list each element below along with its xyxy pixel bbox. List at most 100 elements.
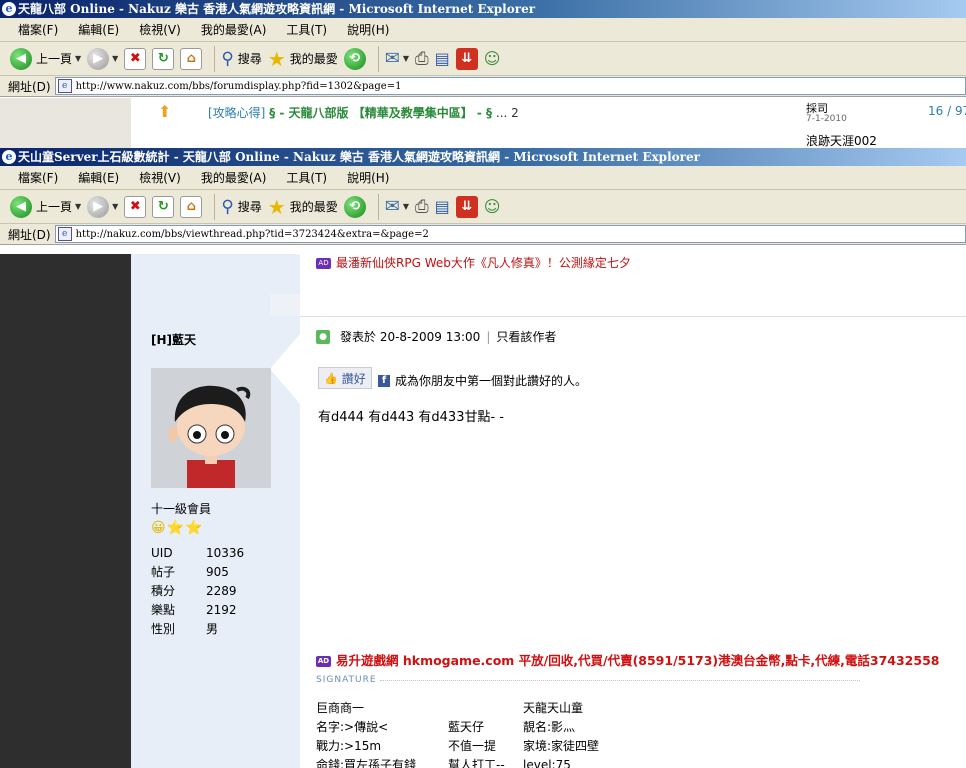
back-arrow-icon: ◀ [10, 47, 32, 70]
forum-list-fragment: ⬆ [攻略心得] § - 天龍八部版 【精華及教學集中區】 - § ... 2 … [0, 98, 966, 148]
stat-row: 性別男 [151, 622, 219, 636]
page-icon: e [57, 227, 72, 241]
chevron-down-icon[interactable]: ▼ [112, 202, 118, 211]
mail-icon: ✉ [384, 196, 400, 217]
addon-button[interactable]: ⇊ [455, 47, 478, 70]
chevron-down-icon[interactable]: ▼ [75, 202, 81, 211]
printer-icon: ⎙ [415, 48, 429, 69]
thread-pages[interactable]: ... 2 [496, 106, 519, 120]
menu-view[interactable]: 檢視(V) [139, 21, 181, 38]
thread-tag[interactable]: [攻略心得] [208, 106, 265, 120]
menu-help[interactable]: 說明(H) [347, 21, 389, 38]
window-title-bar[interactable]: e 天山童Server上石級數統計 - 天龍八部 Online - Nakuz … [0, 148, 966, 166]
address-input[interactable]: e http://nakuz.com/bbs/viewthread.php?tid… [54, 225, 966, 243]
history-button[interactable]: ⟲ [343, 47, 366, 70]
avatar[interactable] [151, 368, 271, 488]
home-icon: ⌂ [180, 195, 203, 218]
thread-page: AD 最潘新仙俠RPG Web大作《凡人修真》！公測緣定七夕 [H]藍天 十一級會… [0, 254, 966, 768]
search-icon: ⚲ [221, 196, 234, 217]
chevron-down-icon[interactable]: ▼ [112, 54, 118, 63]
menu-tools[interactable]: 工具(T) [286, 21, 327, 38]
back-button[interactable]: ◀ 上一頁 ▼ [10, 195, 81, 218]
mail-button[interactable]: ✉ ▼ [385, 48, 409, 69]
forward-arrow-icon: ▶ [87, 47, 110, 70]
back-arrow-icon: ◀ [10, 195, 32, 218]
mail-button[interactable]: ✉ ▼ [385, 196, 409, 217]
rank-stars-icon: 😀⭐⭐ [151, 520, 204, 536]
messenger-button[interactable]: ☺ [484, 197, 501, 216]
window-title: 天山童Server上石級數統計 - 天龍八部 Online - Nakuz 樂古… [18, 150, 700, 164]
stop-button[interactable]: ✖ [124, 47, 147, 70]
menu-edit[interactable]: 編輯(E) [78, 21, 119, 38]
print-button[interactable]: ⎙ [415, 49, 429, 69]
print-button[interactable]: ⎙ [415, 197, 429, 217]
stat-row: 帖子 905 [151, 565, 229, 579]
post-message: 有d444 有d443 有d433甘點- - [318, 410, 504, 425]
post-separator-white [300, 294, 966, 316]
menu-tools[interactable]: 工具(T) [286, 169, 327, 186]
favorites-button[interactable]: ★ 我的最愛 [268, 195, 338, 219]
header-divider: | [486, 329, 491, 344]
address-input[interactable]: e http://www.nakuz.com/bbs/forumdisplay.p… [54, 77, 966, 95]
window-title-bar[interactable]: e 天龍八部 Online - Nakuz 樂古 香港人氣網遊攻略資訊網 - M… [0, 0, 966, 18]
post-header: ● 發表於 20-8-2009 13:00 | 只看該作者 [316, 328, 556, 345]
messenger-icon: ☺ [483, 197, 501, 216]
stop-button[interactable]: ✖ [124, 195, 147, 218]
menu-view[interactable]: 檢視(V) [139, 169, 181, 186]
favorites-button[interactable]: ★ 我的最愛 [268, 47, 338, 71]
signature-label: SIGNATURE [316, 675, 377, 685]
window-title: 天龍八部 Online - Nakuz 樂古 香港人氣網遊攻略資訊網 - Mic… [18, 2, 536, 16]
edit-button[interactable]: ▤ [435, 197, 450, 216]
forward-button[interactable]: ▶ ▼ [87, 195, 118, 218]
like-button[interactable]: 👍 讚好 [318, 367, 372, 389]
address-bar: 網址(D) e http://nakuz.com/bbs/viewthread.p… [0, 224, 966, 245]
printer-icon: ⎙ [415, 196, 429, 217]
messenger-icon: ☺ [483, 49, 501, 68]
refresh-icon: ↻ [152, 47, 175, 70]
edit-icon: ▤ [434, 197, 450, 216]
edit-icon: ▤ [434, 49, 450, 68]
edit-button[interactable]: ▤ [435, 49, 450, 68]
menu-favorites[interactable]: 我的最愛(A) [201, 21, 267, 38]
messenger-button[interactable]: ☺ [484, 49, 501, 68]
post-author-name[interactable]: [H]藍天 [151, 331, 196, 348]
home-button[interactable]: ⌂ [180, 195, 203, 218]
back-button[interactable]: ◀ 上一頁 ▼ [10, 47, 81, 70]
history-icon: ⟲ [343, 47, 366, 70]
forward-button[interactable]: ▶ ▼ [87, 47, 118, 70]
bottom-ad-link[interactable]: AD 易升遊戲網 hkmogame.com 平放/回收,代買/代賣(8591/51… [316, 650, 939, 669]
toolbar-divider [377, 193, 379, 220]
facebook-icon: f [378, 374, 390, 387]
chevron-down-icon[interactable]: ▼ [403, 202, 409, 211]
menu-bar: 檔案(F) 編輯(E) 檢視(V) 我的最愛(A) 工具(T) 說明(H) [0, 166, 966, 190]
menu-file[interactable]: 檔案(F) [18, 21, 58, 38]
ad-icon: AD [316, 656, 331, 667]
refresh-button[interactable]: ↻ [152, 47, 175, 70]
menu-edit[interactable]: 編輯(E) [78, 169, 119, 186]
forward-arrow-icon: ▶ [87, 195, 110, 218]
menu-favorites[interactable]: 我的最愛(A) [201, 169, 267, 186]
thread-row[interactable]: [攻略心得] § - 天龍八部版 【精華及教學集中區】 - § ... 2 [208, 104, 519, 121]
online-status-icon: ● [316, 329, 330, 344]
home-button[interactable]: ⌂ [180, 47, 203, 70]
refresh-button[interactable]: ↻ [152, 195, 175, 218]
stat-row: 樂點 2192 [151, 603, 237, 617]
only-author-link[interactable]: 只看該作者 [496, 328, 556, 345]
addon-button[interactable]: ⇊ [455, 195, 478, 218]
user-rank: 十一級會員 [151, 502, 212, 516]
thread-stats: 16 / 97 [928, 104, 966, 118]
search-button[interactable]: ⚲ 搜尋 [221, 197, 261, 217]
menu-help[interactable]: 說明(H) [347, 169, 389, 186]
chevron-down-icon[interactable]: ▼ [403, 54, 409, 63]
menu-file[interactable]: 檔案(F) [18, 169, 58, 186]
download-icon: ⇊ [455, 195, 478, 218]
top-ad-link[interactable]: AD 最潘新仙俠RPG Web大作《凡人修真》！公測緣定七夕 [316, 254, 631, 271]
page-icon: e [57, 79, 72, 93]
chevron-down-icon[interactable]: ▼ [75, 54, 81, 63]
next-thread-author[interactable]: 浪跡天涯002 [806, 132, 877, 148]
history-button[interactable]: ⟲ [343, 195, 366, 218]
post-pointer-arrow [270, 334, 300, 404]
search-button[interactable]: ⚲ 搜尋 [221, 49, 261, 69]
thread-title[interactable]: § - 天龍八部版 【精華及教學集中區】 - § [269, 106, 492, 120]
download-icon: ⇊ [455, 47, 478, 70]
